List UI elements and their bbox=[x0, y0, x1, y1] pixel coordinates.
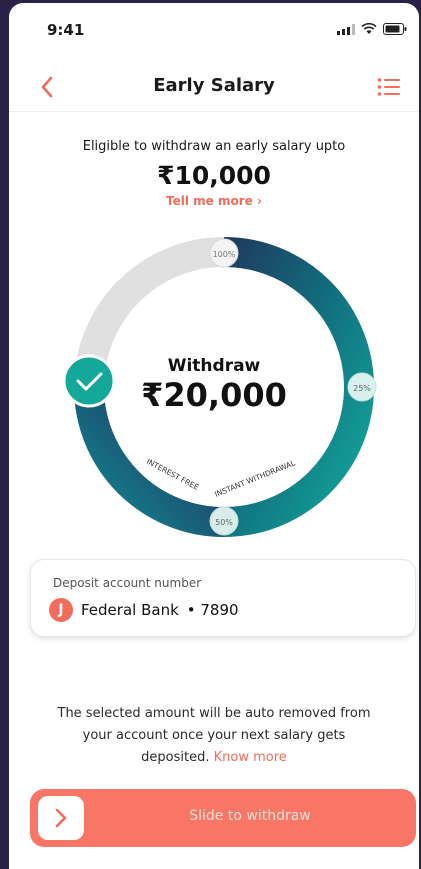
bank-row: J Federal Bank • 7890 bbox=[49, 598, 239, 622]
bank-name: Federal Bank bbox=[81, 601, 179, 619]
battery-icon bbox=[383, 23, 407, 35]
list-menu-icon bbox=[377, 78, 400, 96]
tell-me-more-link[interactable]: Tell me more › bbox=[9, 194, 419, 208]
signal-icon bbox=[337, 23, 355, 35]
phone-screen: 9:41 Early Salary Eligible to withdraw a… bbox=[9, 3, 419, 869]
withdraw-label: Withdraw bbox=[167, 356, 261, 376]
wifi-icon bbox=[361, 23, 377, 34]
eligibility-text: Eligible to withdraw an early salary upt… bbox=[82, 139, 346, 154]
status-time: 9:41 bbox=[47, 21, 85, 39]
eligible-amount: ₹10,000 bbox=[157, 161, 271, 190]
slider-label: Slide to withdraw bbox=[189, 808, 311, 824]
know-more-link[interactable]: Know more bbox=[214, 750, 287, 765]
menu-button[interactable] bbox=[375, 73, 403, 101]
page-title: Early Salary bbox=[153, 75, 275, 96]
slider-knob[interactable] bbox=[38, 796, 84, 840]
bank-logo-icon: J bbox=[49, 598, 73, 622]
slide-to-withdraw[interactable]: Slide to withdraw bbox=[30, 789, 416, 847]
account-number: • 7890 bbox=[186, 601, 239, 619]
dial-label-50: 50% bbox=[215, 518, 233, 527]
nav-bar: Early Salary bbox=[9, 65, 419, 112]
dial-label-100: 100% bbox=[213, 250, 236, 259]
notice-text: The selected amount will be auto removed… bbox=[49, 703, 379, 769]
status-bar: 9:41 bbox=[9, 3, 419, 59]
deposit-account-card[interactable]: Deposit account number J Federal Bank • … bbox=[30, 559, 416, 637]
deposit-label: Deposit account number bbox=[53, 576, 202, 590]
chevron-right-icon bbox=[55, 808, 67, 828]
status-icons bbox=[337, 23, 407, 35]
withdraw-amount: ₹20,000 bbox=[141, 376, 287, 414]
